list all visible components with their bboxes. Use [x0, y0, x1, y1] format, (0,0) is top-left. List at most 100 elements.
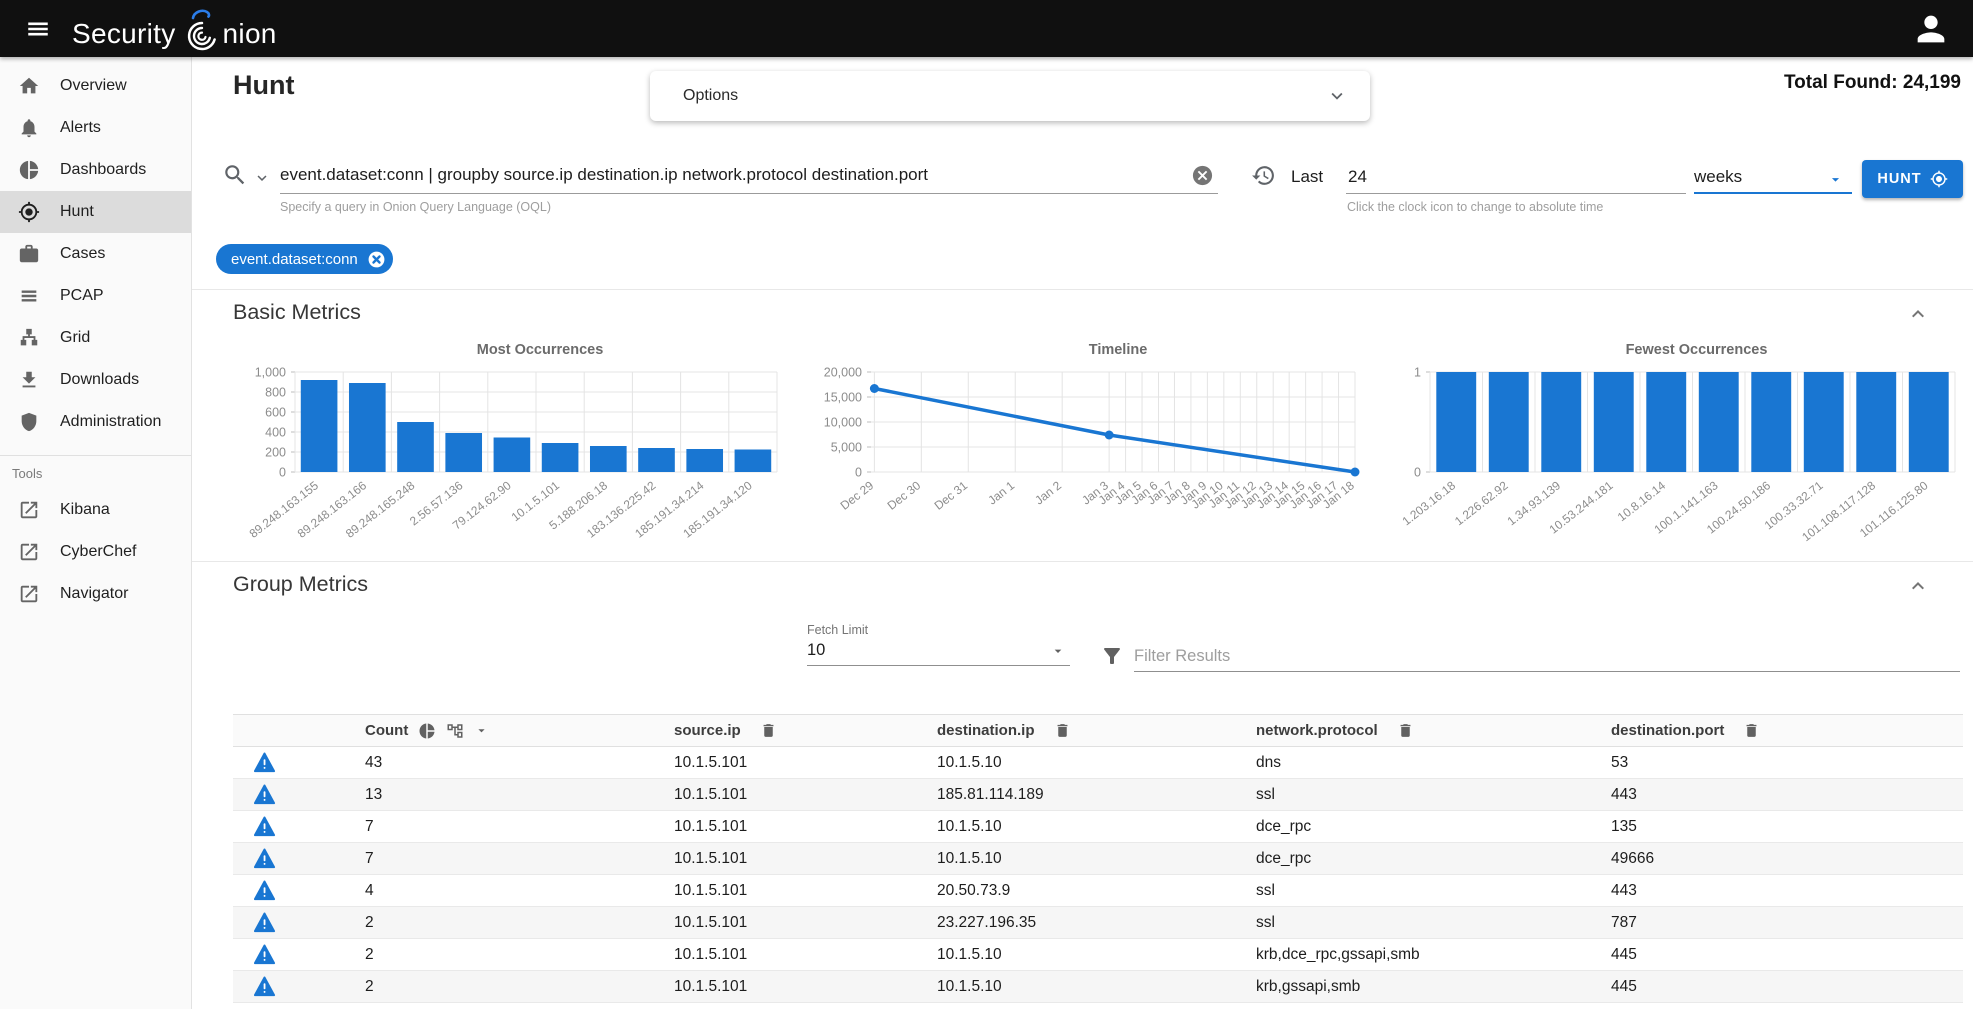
- svg-text:Jan 2: Jan 2: [1032, 478, 1064, 507]
- options-label: Options: [683, 87, 738, 105]
- cell-source-ip: 10.1.5.101: [674, 786, 937, 804]
- warning-icon[interactable]: [253, 815, 276, 838]
- external-link-icon: [18, 541, 40, 563]
- sidebar-tools-label: Tools: [0, 464, 191, 489]
- crosshair-icon: [18, 201, 40, 223]
- table-row[interactable]: 2 10.1.5.101 10.1.5.10 krb,dce_rpc,gssap…: [233, 939, 1963, 971]
- query-dropdown-chevron-icon[interactable]: [253, 169, 271, 187]
- sidebar-item-downloads[interactable]: Downloads: [0, 359, 191, 401]
- groupby-tree-icon[interactable]: [446, 722, 464, 740]
- sidebar-item-hunt[interactable]: Hunt: [0, 191, 191, 233]
- menu-button[interactable]: [16, 7, 60, 51]
- sidebar-item-pcap[interactable]: PCAP: [0, 275, 191, 317]
- table-row[interactable]: 13 10.1.5.101 185.81.114.189 ssl 443: [233, 779, 1963, 811]
- warning-icon[interactable]: [253, 879, 276, 902]
- trash-icon[interactable]: [1054, 722, 1071, 739]
- column-header-destination-ip: destination.ip: [937, 722, 1035, 739]
- cell-destination-ip: 23.227.196.35: [937, 914, 1256, 932]
- onion-logo-icon: [182, 8, 222, 54]
- query-clear-icon[interactable]: [1191, 164, 1214, 187]
- options-panel[interactable]: Options: [650, 71, 1370, 121]
- chip-remove-icon[interactable]: [367, 250, 386, 269]
- chevron-down-icon[interactable]: [1326, 85, 1348, 107]
- cell-destination-ip: 10.1.5.10: [937, 754, 1256, 772]
- cell-destination-port: 443: [1611, 786, 1963, 804]
- network-icon: [18, 327, 40, 349]
- chart-title: Timeline: [805, 342, 1365, 364]
- filter-chip[interactable]: event.dataset:conn: [216, 244, 393, 274]
- table-row[interactable]: 4 10.1.5.101 20.50.73.9 ssl 443: [233, 875, 1963, 907]
- warning-icon[interactable]: [253, 847, 276, 870]
- sidebar-item-alerts[interactable]: Alerts: [0, 107, 191, 149]
- pie-chart-toggle-icon[interactable]: [418, 722, 436, 740]
- search-icon[interactable]: [222, 162, 248, 188]
- trash-icon[interactable]: [760, 722, 777, 739]
- warning-icon[interactable]: [253, 975, 276, 998]
- sidebar-item-administration[interactable]: Administration: [0, 401, 191, 443]
- cell-destination-port: 49666: [1611, 850, 1963, 868]
- trash-icon[interactable]: [1743, 722, 1760, 739]
- history-clock-icon[interactable]: [1251, 163, 1276, 188]
- sidebar-item-grid[interactable]: Grid: [0, 317, 191, 359]
- caret-down-icon[interactable]: [474, 723, 489, 738]
- caret-down-icon[interactable]: [1050, 643, 1066, 659]
- svg-text:200: 200: [265, 446, 286, 460]
- svg-text:1.226.62.92: 1.226.62.92: [1452, 478, 1511, 528]
- warning-icon[interactable]: [253, 943, 276, 966]
- cell-network-protocol: dce_rpc: [1256, 850, 1611, 868]
- hunt-button[interactable]: HUNT: [1862, 160, 1963, 198]
- query-hint: Specify a query in Onion Query Language …: [280, 200, 551, 214]
- user-menu-button[interactable]: [1911, 9, 1951, 49]
- sidebar-item-dashboards[interactable]: Dashboards: [0, 149, 191, 191]
- trash-icon[interactable]: [1397, 722, 1414, 739]
- app-bar: Security nion: [0, 0, 1973, 57]
- svg-text:Dec 30: Dec 30: [885, 478, 924, 513]
- cell-network-protocol: dns: [1256, 754, 1611, 772]
- group-metrics-title: Group Metrics: [233, 572, 368, 597]
- cell-source-ip: 10.1.5.101: [674, 978, 937, 996]
- group-metrics-collapse-chevron-up-icon[interactable]: [1906, 574, 1930, 598]
- most-occurrences-chart: Most Occurrences 02004006008001,00089.24…: [233, 342, 785, 560]
- time-value-input[interactable]: 24: [1348, 167, 1367, 187]
- time-input-underline: [1346, 193, 1686, 194]
- table-row[interactable]: 2 10.1.5.101 10.1.5.10 krb,gssapi,smb 44…: [233, 971, 1963, 1003]
- cell-network-protocol: ssl: [1256, 914, 1611, 932]
- briefcase-icon: [18, 243, 40, 265]
- svg-text:1: 1: [1414, 366, 1421, 380]
- svg-text:400: 400: [265, 426, 286, 440]
- sidebar-tool-navigator[interactable]: Navigator: [0, 573, 191, 615]
- sidebar-tool-kibana[interactable]: Kibana: [0, 489, 191, 531]
- sidebar-item-overview[interactable]: Overview: [0, 65, 191, 107]
- external-link-icon: [18, 499, 40, 521]
- table-row[interactable]: 7 10.1.5.101 10.1.5.10 dce_rpc 135: [233, 811, 1963, 843]
- svg-text:600: 600: [265, 406, 286, 420]
- table-row[interactable]: 43 10.1.5.101 10.1.5.10 dns 53: [233, 747, 1963, 779]
- warning-icon[interactable]: [253, 911, 276, 934]
- time-unit-caret-icon[interactable]: [1827, 171, 1844, 188]
- cell-count: 7: [365, 818, 674, 836]
- fewest-occurrences-chart: Fewest Occurrences 011.203.16.181.226.62…: [1388, 342, 1963, 560]
- svg-text:800: 800: [265, 386, 286, 400]
- time-unit-select[interactable]: weeks: [1694, 167, 1742, 187]
- warning-icon[interactable]: [253, 751, 276, 774]
- brand-text-right: nion: [223, 18, 277, 50]
- time-unit-underline: [1694, 192, 1852, 194]
- fetch-limit-label: Fetch Limit: [807, 623, 1070, 637]
- svg-text:1,000: 1,000: [255, 366, 286, 380]
- warning-icon[interactable]: [253, 783, 276, 806]
- cell-source-ip: 10.1.5.101: [674, 882, 937, 900]
- fetch-limit-select[interactable]: Fetch Limit 10: [807, 623, 1070, 666]
- sidebar-item-cases[interactable]: Cases: [0, 233, 191, 275]
- table-row[interactable]: 2 10.1.5.101 23.227.196.35 ssl 787: [233, 907, 1963, 939]
- chart-title: Most Occurrences: [233, 342, 785, 364]
- column-header-source-ip: source.ip: [674, 722, 741, 739]
- filter-results-input[interactable]: Filter Results: [1134, 641, 1960, 672]
- svg-text:10.8.16.14: 10.8.16.14: [1615, 478, 1669, 524]
- query-input[interactable]: event.dataset:conn | groupby source.ip d…: [280, 165, 928, 185]
- table-row[interactable]: 7 10.1.5.101 10.1.5.10 dce_rpc 49666: [233, 843, 1963, 875]
- sidebar-tool-cyberchef[interactable]: CyberChef: [0, 531, 191, 573]
- basic-metrics-collapse-chevron-up-icon[interactable]: [1906, 302, 1930, 326]
- section-divider: [192, 561, 1973, 562]
- section-divider: [192, 289, 1973, 290]
- bell-icon: [18, 117, 40, 139]
